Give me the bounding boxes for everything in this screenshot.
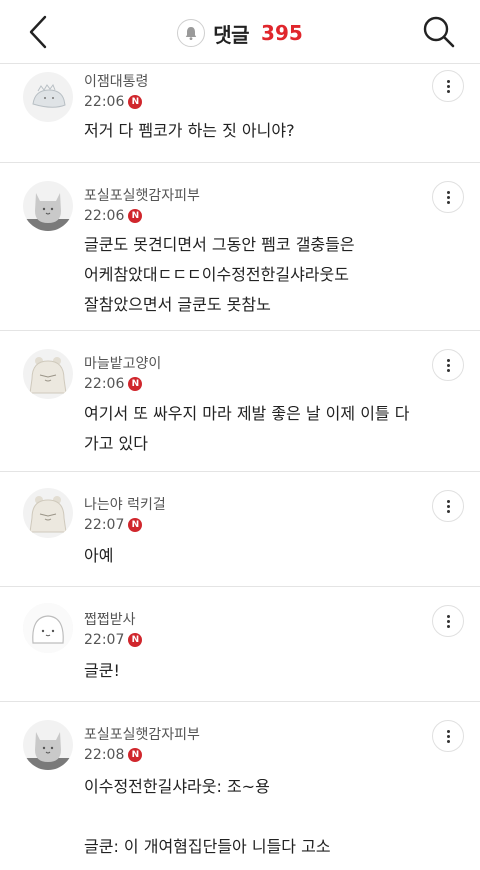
comment-body: 글쿤!: [84, 656, 450, 686]
avatar[interactable]: [23, 720, 73, 770]
new-badge: N: [128, 377, 143, 391]
comment-item: 포실포실햇감자피부 22:08 N 이수정전한길샤라웃: 조~용 글쿤: 이 개…: [0, 702, 480, 870]
comment-text-line: 여기서 또 싸우지 마라 제발 좋은 날 이제 이틀 다: [84, 404, 410, 423]
comment-text-line: 아예: [84, 546, 114, 565]
comment-text-line: 글쿤: 이 개여혐집단들아 니들다 고소: [84, 837, 331, 856]
comment-time: 22:07: [84, 517, 125, 533]
new-badge: N: [128, 95, 143, 109]
comment-nickname[interactable]: 포실포실햇감자피부: [84, 185, 200, 205]
avatar[interactable]: [23, 72, 73, 122]
comment-body: 아예: [84, 541, 450, 571]
comment-nickname[interactable]: 포실포실햇감자피부: [84, 724, 200, 744]
new-badge: N: [128, 518, 143, 532]
comment-list: 이잼대통령 22:06 N 저거 다 펨코가 하는 짓 아니야? 포실포실햇감자…: [0, 64, 480, 870]
comment-nickname[interactable]: 나는야 럭키걸: [84, 494, 166, 514]
avatar[interactable]: [23, 181, 73, 231]
bell-icon[interactable]: [177, 19, 206, 47]
avatar[interactable]: [23, 349, 73, 399]
comment-meta: 22:08 N: [84, 747, 143, 763]
comment-item: 포실포실햇감자피부 22:06 N 글쿤도 못견디면서 그동안 펨코 갤충들은 …: [0, 163, 480, 331]
comment-text-line: 가고 있다: [84, 434, 148, 453]
comment-item: 쩝쩝받사 22:07 N 글쿤!: [0, 587, 480, 702]
more-options-icon[interactable]: [432, 720, 464, 752]
comment-time: 22:06: [84, 94, 125, 110]
comment-meta: 22:07 N: [84, 517, 143, 533]
more-options-icon[interactable]: [432, 70, 464, 102]
comment-body: 여기서 또 싸우지 마라 제발 좋은 날 이제 이틀 다 가고 있다: [84, 399, 450, 459]
comment-meta: 22:06 N: [84, 376, 143, 392]
comment-nickname[interactable]: 마늘밭고양이: [84, 353, 161, 373]
comment-text-line: 어케참았대ㄷㄷㄷ이수정전한길샤라웃도: [84, 265, 349, 284]
comment-meta: 22:07 N: [84, 632, 143, 648]
header-title-group: 댓글 395: [0, 18, 480, 48]
comment-body: 이수정전한길샤라웃: 조~용 글쿤: 이 개여혐집단들아 니들다 고소: [84, 772, 450, 862]
comment-time: 22:07: [84, 632, 125, 648]
comment-text-line: [84, 802, 450, 832]
comment-text-line: 글쿤도 못견디면서 그동안 펨코 갤충들은: [84, 235, 355, 254]
new-badge: N: [128, 748, 143, 762]
page-title: 댓글: [213, 22, 250, 47]
comment-time: 22:08: [84, 747, 125, 763]
comment-item: 이잼대통령 22:06 N 저거 다 펨코가 하는 짓 아니야?: [0, 64, 480, 163]
comment-text-line: 글쿤!: [84, 661, 120, 680]
more-options-icon[interactable]: [432, 605, 464, 637]
comment-nickname[interactable]: 쩝쩝받사: [84, 609, 136, 629]
avatar[interactable]: [23, 603, 73, 653]
comment-text-line: 잘참았으면서 글쿤도 못참노: [84, 295, 271, 314]
comment-meta: 22:06 N: [84, 94, 143, 110]
more-options-icon[interactable]: [432, 490, 464, 522]
search-icon[interactable]: [422, 14, 456, 50]
comment-body: 글쿤도 못견디면서 그동안 펨코 갤충들은 어케참았대ㄷㄷㄷ이수정전한길샤라웃도…: [84, 230, 450, 320]
comment-meta: 22:06 N: [84, 208, 143, 224]
comment-text-line: 이수정전한길샤라웃: 조~용: [84, 777, 270, 796]
top-bar: 댓글 395: [0, 0, 480, 64]
comment-count: 395: [261, 21, 303, 45]
comment-text-line: 저거 다 펨코가 하는 짓 아니야?: [84, 121, 295, 140]
comment-item: 마늘밭고양이 22:06 N 여기서 또 싸우지 마라 제발 좋은 날 이제 이…: [0, 331, 480, 472]
more-options-icon[interactable]: [432, 349, 464, 381]
new-badge: N: [128, 633, 143, 647]
comment-nickname[interactable]: 이잼대통령: [84, 71, 148, 91]
comment-time: 22:06: [84, 208, 125, 224]
comment-item: 나는야 럭키걸 22:07 N 아예: [0, 472, 480, 587]
avatar[interactable]: [23, 488, 73, 538]
comment-time: 22:06: [84, 376, 125, 392]
comment-body: 저거 다 펨코가 하는 짓 아니야?: [84, 116, 450, 146]
new-badge: N: [128, 209, 143, 223]
more-options-icon[interactable]: [432, 181, 464, 213]
